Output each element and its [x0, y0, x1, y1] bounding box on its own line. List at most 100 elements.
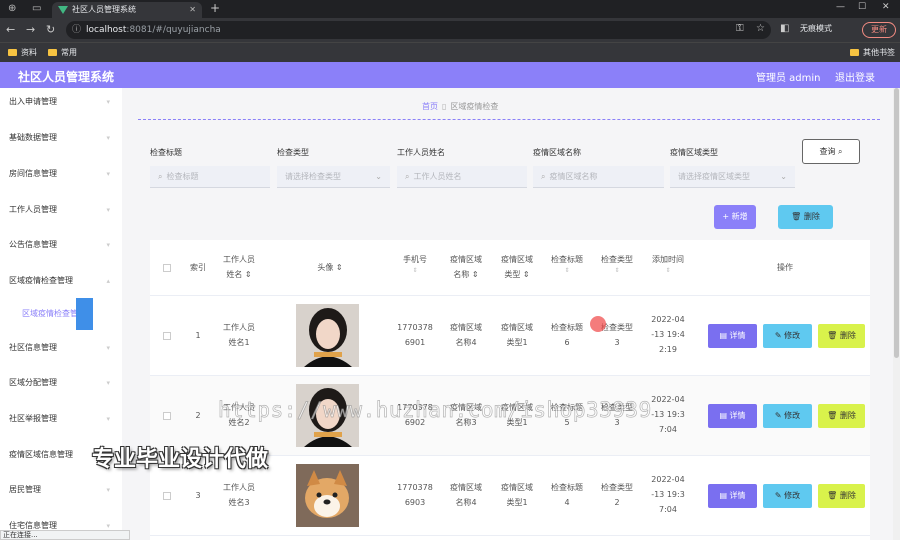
filter-label-check-type: 检查类型 [277, 148, 309, 157]
key-icon[interactable]: ⚿ [736, 23, 744, 34]
sort-icon[interactable]: ⇕ [336, 263, 343, 272]
batch-delete-button[interactable]: 🗑 删除 [778, 205, 833, 229]
row-checkbox[interactable] [163, 492, 171, 500]
address-bar: ← → ↻ ⓘ localhost:8081/#/quyujiancha ⚿ ☆… [0, 18, 900, 42]
scrollbar-thumb[interactable] [894, 88, 899, 358]
header-text: 名称 [453, 270, 470, 279]
column-check-type[interactable]: 检查类型 ⇕ [592, 252, 642, 275]
data-table: 索引 工作人员 姓名 ⇕ 头像 ⇕ 手机号 ⇕ 疫情区域 名称 ⇕ 疫情区域 类型 ⇕ … [150, 240, 870, 540]
sort-icon[interactable]: ⇕ [523, 270, 530, 279]
sort-icon[interactable]: ⇕ [642, 267, 694, 275]
maximize-icon[interactable]: ☐ [858, 2, 866, 12]
incognito-label[interactable]: 无痕模式 [800, 23, 832, 34]
search-icon: ⌕ [158, 172, 163, 181]
header-text: 类型 [504, 270, 521, 279]
sidebar-item-access-requests[interactable]: 出入申请管理 ▾ [0, 92, 122, 112]
row-checkbox[interactable] [163, 412, 171, 420]
url-host: localhost [86, 25, 127, 35]
chevron-down-icon: ▾ [106, 134, 110, 142]
sort-icon[interactable]: ⇕ [245, 270, 252, 279]
check-type-select[interactable]: 请选择检查类型 ⌄ [277, 166, 390, 188]
sidebar-item-area-inspection[interactable]: 区域疫情检查管理 ▴ [0, 271, 122, 291]
sort-icon[interactable]: ⇕ [592, 267, 642, 275]
tab-strip-icon[interactable]: ▭ [32, 3, 41, 14]
close-tab-icon[interactable]: ✕ [189, 2, 196, 18]
sidebar-item-reports[interactable]: 社区举报管理 ▾ [0, 409, 122, 429]
sidebar-item-label: 公告信息管理 [9, 240, 57, 249]
other-bookmarks[interactable]: 其他书签 [850, 47, 895, 58]
detail-button[interactable]: ▤ 详情 [708, 484, 757, 508]
reload-icon[interactable]: ↻ [46, 23, 55, 36]
avatar[interactable] [296, 304, 359, 367]
column-added-time[interactable]: 添加时间 ⇕ [642, 252, 694, 275]
minimize-icon[interactable]: — [836, 2, 845, 12]
breadcrumb-home[interactable]: 首页 [422, 102, 438, 111]
sidebar-item-base-data[interactable]: 基础数据管理 ▾ [0, 128, 122, 148]
column-avatar[interactable]: 头像 ⇕ [300, 260, 360, 275]
browser-menu-icon[interactable]: ⊕ [8, 3, 16, 14]
search-icon: ⌕ [405, 172, 410, 181]
side-panel-icon[interactable]: ◧ [780, 23, 789, 34]
avatar[interactable] [296, 464, 359, 527]
update-button[interactable]: 更新 [862, 22, 896, 38]
add-button[interactable]: + 新增 [714, 205, 756, 229]
area-type-select[interactable]: 请选择疫情区域类型 ⌄ [670, 166, 795, 188]
placeholder: 疫情区域名称 [549, 172, 598, 181]
column-check-title[interactable]: 检查标题 ⇕ [542, 252, 592, 275]
column-phone[interactable]: 手机号 ⇕ [390, 252, 440, 275]
sidebar-item-staff[interactable]: 工作人员管理 ▾ [0, 200, 122, 220]
row-checkbox[interactable] [163, 332, 171, 340]
back-icon[interactable]: ← [6, 23, 15, 36]
forward-icon[interactable]: → [26, 23, 35, 36]
delete-button[interactable]: 🗑 删除 [818, 404, 865, 428]
edit-button[interactable]: ✎ 修改 [763, 404, 812, 428]
sort-icon[interactable]: ⇕ [472, 270, 479, 279]
delete-button[interactable]: 🗑 删除 [818, 324, 865, 348]
area-name-input[interactable]: ⌕ 疫情区域名称 [533, 166, 664, 188]
new-tab-icon[interactable]: + [210, 1, 220, 15]
sidebar-item-residents[interactable]: 居民管理 ▾ [0, 480, 122, 500]
app-header: 社区人员管理系统 管理员 admin 退出登录 [0, 62, 900, 88]
column-area-name[interactable]: 疫情区域 名称 ⇕ [440, 252, 492, 282]
plus-icon: + [722, 212, 730, 221]
detail-button[interactable]: ▤ 详情 [708, 404, 757, 428]
worker-name-input[interactable]: ⌕ 工作人员姓名 [397, 166, 527, 188]
url-field[interactable]: ⓘ localhost:8081/#/quyujiancha [66, 21, 771, 39]
document-icon: ▤ [719, 491, 727, 500]
star-icon[interactable]: ☆ [756, 23, 765, 34]
column-worker-name[interactable]: 工作人员 姓名 ⇕ [214, 252, 264, 282]
sidebar-item-community[interactable]: 社区信息管理 ▾ [0, 338, 122, 358]
sidebar-item-notices[interactable]: 公告信息管理 ▾ [0, 235, 122, 255]
close-window-icon[interactable]: ✕ [882, 2, 890, 12]
delete-label: 删除 [839, 491, 856, 500]
edit-button[interactable]: ✎ 修改 [763, 484, 812, 508]
site-info-icon[interactable]: ⓘ [72, 21, 81, 39]
column-area-type[interactable]: 疫情区域 类型 ⇕ [492, 252, 542, 282]
page-scrollbar[interactable] [893, 88, 900, 540]
cell-text: 类型1 [506, 338, 528, 347]
delete-button[interactable]: 🗑 删除 [818, 484, 865, 508]
promo-overlay: 专业毕业设计代做 [92, 447, 269, 472]
cell-check-title: 检查标题 6 [542, 320, 592, 350]
bookmark-folder[interactable]: 资料 [8, 47, 37, 58]
query-button[interactable]: 查询 ⌕ [802, 139, 860, 164]
sort-icon[interactable]: ⇕ [390, 267, 440, 275]
sort-icon[interactable]: ⇕ [542, 267, 592, 275]
sidebar-item-label: 社区举报管理 [9, 414, 57, 423]
sidebar-item-rooms[interactable]: 房间信息管理 ▾ [0, 164, 122, 184]
browser-status: 正在连接... [0, 530, 130, 540]
bookmark-folder[interactable]: 常用 [48, 47, 77, 58]
sidebar-item-area-assignment[interactable]: 区域分配管理 ▾ [0, 373, 122, 393]
detail-label: 详情 [729, 411, 746, 420]
cell-text: 6901 [404, 338, 426, 347]
logout-link[interactable]: 退出登录 [835, 69, 875, 84]
chevron-down-icon: ▾ [106, 344, 110, 352]
check-title-input[interactable]: ⌕ 检查标题 [150, 166, 270, 188]
browser-tab[interactable]: 社区人员管理系统 ✕ [52, 2, 202, 18]
column-index: 索引 [186, 260, 210, 275]
search-icon: ⌕ [838, 147, 843, 156]
detail-button[interactable]: ▤ 详情 [708, 324, 757, 348]
select-all-checkbox[interactable] [163, 264, 171, 272]
sidebar-item-label: 居民管理 [9, 485, 41, 494]
edit-button[interactable]: ✎ 修改 [763, 324, 812, 348]
